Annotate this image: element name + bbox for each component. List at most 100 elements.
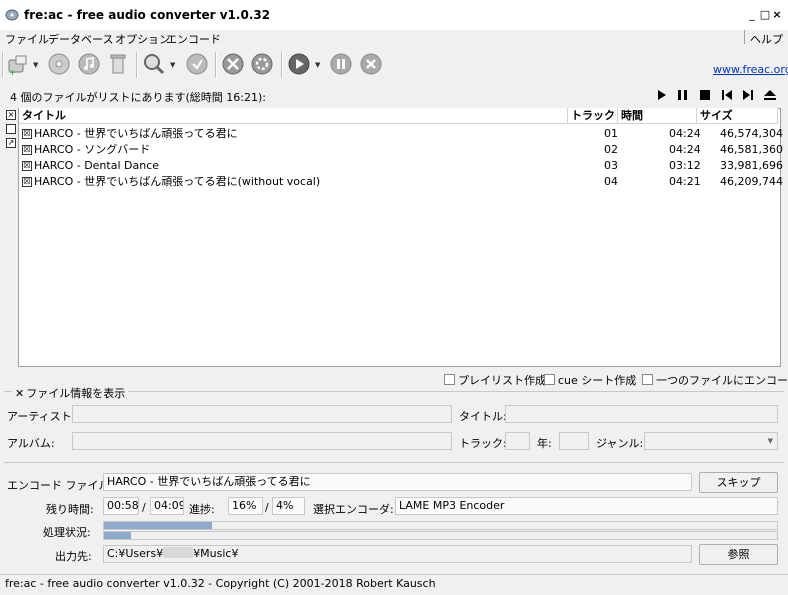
encode-dropdown-icon[interactable]: ▼ (315, 61, 320, 69)
total-time-field: 04:09 (150, 497, 184, 515)
browse-button[interactable]: 参照 (699, 544, 778, 565)
row-checkbox[interactable]: ☒ (22, 129, 32, 139)
encode-file-label: エンコード ファイル: (7, 479, 114, 492)
eject-icon[interactable] (762, 88, 778, 102)
menu-file[interactable]: ファイル (5, 31, 49, 47)
minimize-button[interactable]: _ (746, 9, 758, 21)
progress-separator: / (265, 501, 269, 514)
single-file-label: 一つのファイルにエンコード (656, 374, 788, 387)
next-track-icon[interactable] (740, 88, 756, 102)
table-row[interactable]: ☒ HARCO - 世界でいちばん頑張ってる君に(without vocal) (22, 174, 320, 190)
chevron-down-icon: ▼ (767, 437, 773, 445)
cue-checkbox[interactable] (544, 374, 555, 385)
progress-label: 進捗: (189, 503, 215, 516)
album-field[interactable] (72, 432, 452, 450)
window-title: fre:ac - free audio converter v1.0.32 (24, 8, 271, 22)
row-checkbox[interactable]: ☒ (22, 145, 32, 155)
add-files-icon[interactable]: + (6, 52, 30, 76)
elapsed-time-field: 00:58 (103, 497, 139, 515)
track-label: トラック: (459, 437, 507, 450)
menu-options[interactable]: オプション (115, 31, 170, 47)
menu-separator (744, 30, 745, 44)
playlist-checkbox[interactable] (444, 374, 455, 385)
year-label: 年: (537, 437, 552, 450)
pause-icon[interactable] (329, 52, 353, 76)
toolbar-separator (281, 52, 283, 78)
cue-option[interactable]: cue シート作成 (544, 372, 636, 388)
stop-playback-icon[interactable] (697, 88, 713, 102)
row-title: HARCO - 世界でいちばん頑張ってる君に(without vocal) (34, 175, 321, 188)
list-status: 4 個のファイルがリストにあります(総時間 16:21): (10, 91, 266, 104)
encoder-label: 選択エンコーダ: (313, 503, 394, 516)
play-encode-icon[interactable] (287, 52, 311, 76)
row-size: 46,581,360 (720, 143, 783, 156)
previous-track-icon[interactable] (719, 88, 735, 102)
single-file-checkbox[interactable] (642, 374, 653, 385)
status-text: fre:ac - free audio converter v1.0.32 - … (5, 577, 436, 590)
pause-playback-icon[interactable] (675, 88, 691, 102)
table-row[interactable]: ☒ HARCO - 世界でいちばん頑張ってる君に (22, 126, 238, 142)
row-checkbox[interactable]: ☒ (22, 161, 32, 171)
select-none-checkbox[interactable] (6, 124, 16, 134)
cd-rip-icon[interactable] (47, 52, 71, 76)
add-dropdown-icon[interactable]: ▼ (33, 61, 38, 69)
output-path-suffix: ¥Music¥ (193, 547, 239, 560)
title-label: タイトル: (459, 410, 507, 423)
menu-encode[interactable]: エンコード (166, 31, 221, 47)
row-track: 04 (604, 175, 618, 188)
row-time: 04:21 (669, 175, 701, 188)
column-time[interactable]: 時間 (618, 108, 697, 124)
playlist-option[interactable]: プレイリスト作成 (444, 372, 546, 388)
time-separator: / (142, 501, 146, 514)
stop-icon[interactable] (359, 52, 383, 76)
table-row[interactable]: ☒ HARCO - ソングバード (22, 142, 150, 158)
genre-select[interactable]: ▼ (644, 432, 778, 450)
music-icon[interactable] (77, 52, 101, 76)
year-field[interactable] (559, 432, 589, 450)
select-all-checkbox[interactable]: × (6, 110, 16, 120)
single-file-option[interactable]: 一つのファイルにエンコード (642, 372, 788, 388)
remaining-time-label: 残り時間: (46, 503, 94, 516)
app-logo-icon (5, 9, 19, 21)
play-icon[interactable] (654, 88, 670, 102)
row-size: 46,574,304 (720, 127, 783, 140)
title-field[interactable] (505, 405, 778, 423)
row-checkbox[interactable]: ☒ (22, 177, 32, 187)
total-progress-bar (103, 531, 778, 540)
close-button[interactable]: × (771, 9, 783, 21)
output-path-field[interactable]: C:¥Users¥ ¥Music¥ (103, 545, 692, 563)
total-progress-field: 4% (272, 497, 305, 515)
output-label: 出力先: (55, 550, 92, 563)
file-progress-field: 16% (228, 497, 263, 515)
column-title[interactable]: タイトル (19, 108, 568, 124)
status-label: 処理状況: (43, 526, 91, 539)
encode-file-field: HARCO - 世界でいちばん頑張ってる君に (103, 473, 692, 491)
search-cd-icon[interactable] (142, 52, 166, 76)
column-track[interactable]: トラック (568, 108, 618, 124)
total-progress-fill (104, 532, 131, 539)
search-dropdown-icon[interactable]: ▼ (170, 61, 175, 69)
cue-label: cue シート作成 (558, 374, 637, 387)
website-link[interactable]: www.freac.org (713, 63, 788, 76)
row-track: 03 (604, 159, 618, 172)
settings-icon[interactable] (250, 52, 274, 76)
artist-field[interactable] (72, 405, 452, 423)
cddb-icon[interactable] (185, 52, 209, 76)
row-time: 04:24 (669, 127, 701, 140)
row-title: HARCO - Dental Dance (34, 159, 160, 172)
row-title: HARCO - 世界でいちばん頑張ってる君に (34, 127, 238, 140)
column-size[interactable]: サイズ (697, 108, 778, 124)
skip-button[interactable]: スキップ (699, 472, 778, 493)
row-time: 03:12 (669, 159, 701, 172)
recycle-icon[interactable] (106, 52, 130, 76)
track-field[interactable] (505, 432, 530, 450)
tools-icon[interactable] (221, 52, 245, 76)
row-time: 04:24 (669, 143, 701, 156)
menu-database[interactable]: データベース (48, 31, 113, 47)
table-row[interactable]: ☒ HARCO - Dental Dance (22, 158, 159, 174)
maximize-button[interactable]: □ (759, 9, 771, 21)
file-info-toggle-label: ファイル情報を表示 (26, 387, 126, 400)
menu-help[interactable]: ヘルプ (750, 31, 783, 47)
toggle-selection-checkbox[interactable]: ↗ (6, 138, 16, 148)
file-info-toggle[interactable]: ✕ ファイル情報を表示 (12, 385, 129, 401)
